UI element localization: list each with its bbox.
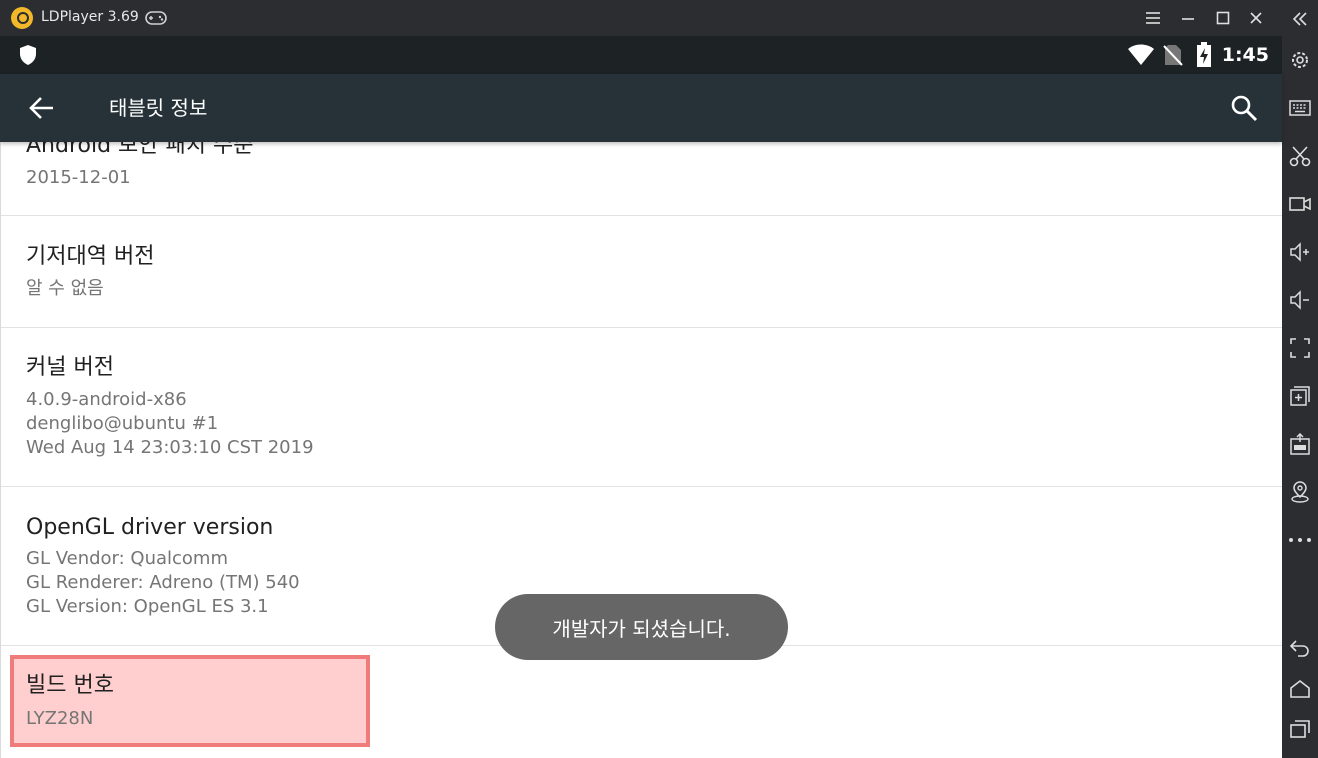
collapse-icon[interactable]: [1287, 6, 1313, 32]
settings-list: Android 보안 패치 수준 2015-12-01 기저대역 버전 알 수 …: [0, 142, 1282, 758]
list-item-title: OpenGL driver version: [26, 515, 274, 540]
keyboard-icon[interactable]: [1287, 95, 1313, 121]
add-window-icon[interactable]: [1287, 383, 1313, 409]
menu-button[interactable]: [1140, 6, 1166, 30]
volume-up-icon[interactable]: [1287, 239, 1313, 265]
recents-icon[interactable]: [1287, 716, 1313, 742]
list-item-security-patch[interactable]: Android 보안 패치 수준 2015-12-01: [1, 142, 1282, 216]
hamburger-icon: [1146, 12, 1160, 24]
page-title: 태블릿 정보: [109, 96, 208, 120]
no-sim-icon: [1163, 44, 1183, 66]
settings-icon[interactable]: [1287, 47, 1313, 73]
list-item-value: Wed Aug 14 23:03:10 CST 2019: [26, 437, 314, 458]
location-icon[interactable]: [1287, 479, 1313, 505]
app-title: LDPlayer 3.69: [41, 9, 139, 25]
list-item-value: LYZ28N: [26, 708, 94, 729]
home-icon[interactable]: [1287, 676, 1313, 702]
fullscreen-icon[interactable]: [1287, 335, 1313, 361]
back-icon[interactable]: [1287, 635, 1313, 661]
back-arrow-icon[interactable]: [29, 96, 55, 120]
android-status-bar: 1:45: [0, 36, 1282, 74]
scissors-icon[interactable]: [1287, 143, 1313, 169]
list-item-title: Android 보안 패치 수준: [26, 142, 254, 158]
emulator-toolbar: [1282, 0, 1318, 758]
list-item-kernel[interactable]: 커널 버전 4.0.9-android-x86 denglibo@ubuntu …: [1, 328, 1282, 487]
close-button[interactable]: [1243, 6, 1269, 30]
video-record-icon[interactable]: [1287, 191, 1313, 217]
action-bar: 태블릿 정보: [0, 74, 1282, 142]
toast-message: 개발자가 되셨습니다.: [495, 594, 788, 660]
shield-icon: [18, 44, 38, 66]
list-item-value: GL Renderer: Adreno (TM) 540: [26, 572, 300, 593]
clock: 1:45: [1221, 44, 1269, 66]
list-item-build-number[interactable]: 빌드 번호 LYZ28N: [1, 646, 1282, 758]
minimize-button[interactable]: [1175, 6, 1201, 30]
apk-install-icon[interactable]: [1287, 431, 1313, 457]
emulator-title-bar: LDPlayer 3.69: [0, 0, 1282, 36]
ldplayer-logo-icon: [11, 7, 33, 29]
maximize-button[interactable]: [1210, 6, 1236, 30]
list-item-value: 2015-12-01: [26, 167, 131, 188]
list-item-value: GL Vendor: Qualcomm: [26, 548, 228, 569]
volume-down-icon[interactable]: [1287, 287, 1313, 313]
list-item-title: 커널 버전: [26, 355, 114, 380]
list-item-title: 빌드 번호: [26, 673, 114, 698]
wifi-icon: [1127, 44, 1155, 66]
more-icon[interactable]: [1287, 527, 1313, 553]
battery-charging-icon: [1196, 42, 1212, 68]
gamepad-icon[interactable]: [145, 10, 167, 26]
list-item-value: 알 수 없음: [26, 278, 104, 299]
close-icon: [1250, 12, 1262, 24]
maximize-icon: [1216, 11, 1230, 25]
list-item-baseband[interactable]: 기저대역 버전 알 수 없음: [1, 216, 1282, 328]
list-item-value: denglibo@ubuntu #1: [26, 413, 219, 434]
minimize-icon: [1182, 18, 1194, 20]
list-item-value: GL Version: OpenGL ES 3.1: [26, 596, 269, 617]
list-item-value: 4.0.9-android-x86: [26, 389, 187, 410]
search-icon[interactable]: [1230, 94, 1258, 122]
list-item-title: 기저대역 버전: [26, 244, 155, 269]
